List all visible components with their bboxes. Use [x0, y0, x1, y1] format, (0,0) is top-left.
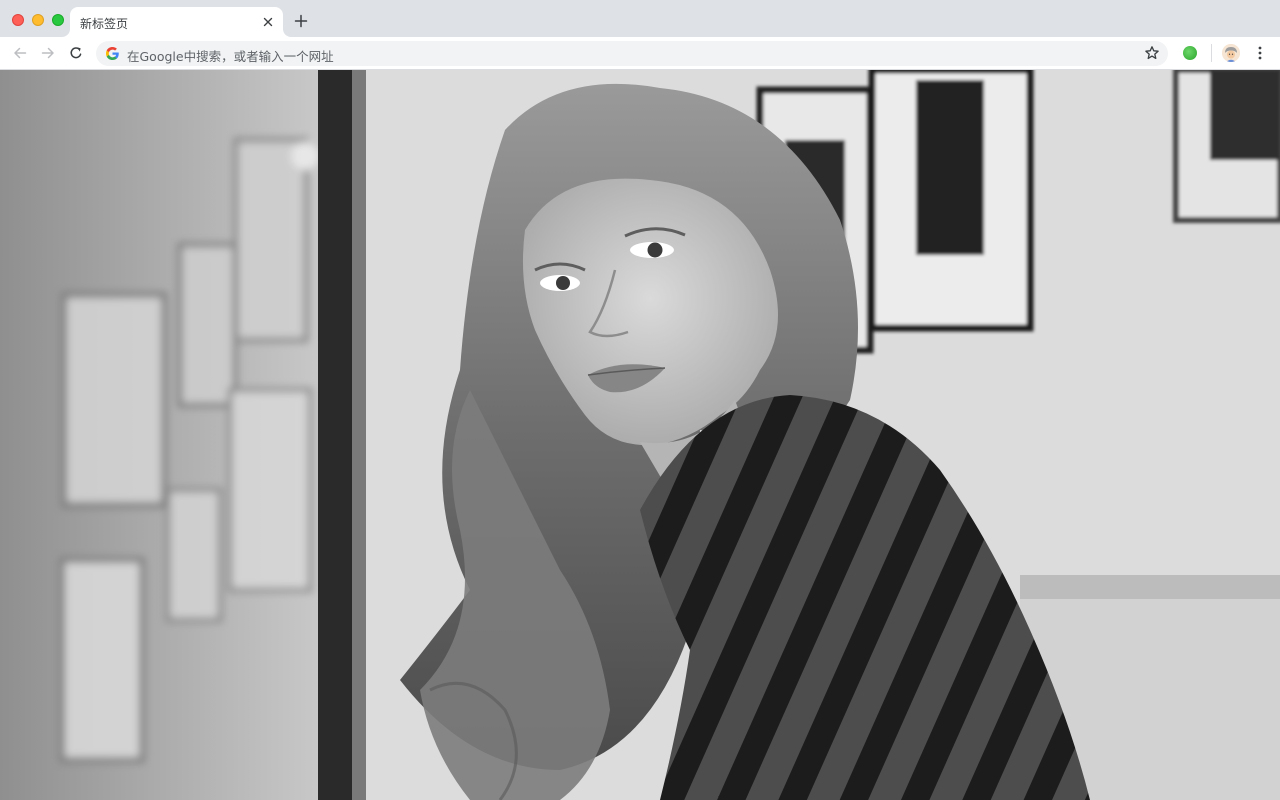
google-g-icon [106, 47, 119, 60]
tab-new-tab[interactable]: 新标签页 [70, 7, 283, 37]
omnibox-placeholder: 在Google中搜索，或者输入一个网址 [127, 49, 334, 64]
toolbar-divider [1211, 44, 1212, 62]
omnibox[interactable]: 在Google中搜索，或者输入一个网址 [96, 41, 1168, 66]
close-icon[interactable] [260, 14, 276, 30]
arrow-right-icon[interactable] [40, 45, 56, 61]
window-close-button[interactable] [12, 14, 24, 26]
arrow-left-icon[interactable] [12, 45, 28, 61]
background-photo [0, 70, 1280, 800]
star-icon[interactable] [1144, 45, 1160, 61]
plus-icon[interactable] [293, 13, 309, 29]
more-vert-icon[interactable] [1252, 45, 1268, 61]
tab-title: 新标签页 [80, 17, 129, 31]
reload-icon[interactable] [68, 45, 84, 61]
avatar-icon[interactable] [1222, 44, 1240, 62]
window-minimize-button[interactable] [32, 14, 44, 26]
browser-toolbar: 在Google中搜索，或者输入一个网址 [0, 37, 1280, 70]
tab-strip: 新标签页 [0, 0, 1280, 37]
window-maximize-button[interactable] [52, 14, 64, 26]
green-extension-icon[interactable] [1183, 46, 1197, 60]
